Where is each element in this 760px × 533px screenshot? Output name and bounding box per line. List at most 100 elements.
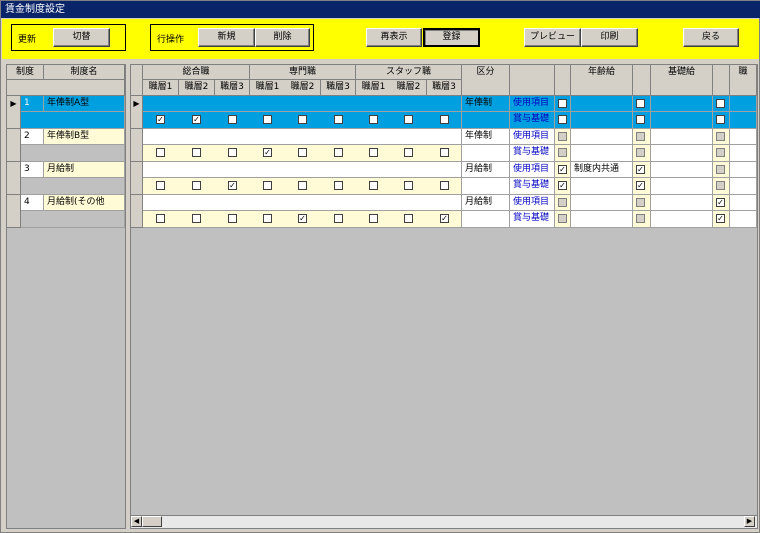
grade-checkbox[interactable]: ✓ (440, 214, 449, 223)
scroll-right-icon[interactable]: ▶ (744, 516, 755, 527)
kubun-cell[interactable]: 年俸制 (462, 129, 510, 145)
allowance-cell[interactable] (571, 178, 633, 195)
grade-checkbox[interactable]: ✓ (192, 115, 201, 124)
grade-checkbox[interactable] (228, 214, 237, 223)
grade-checkbox[interactable] (263, 115, 272, 124)
scroll-thumb[interactable] (142, 516, 162, 527)
allowance-checkbox[interactable]: ✓ (716, 214, 725, 223)
allowance-checkbox[interactable] (716, 132, 725, 141)
kubun-cell[interactable] (462, 211, 510, 228)
grade-checkbox[interactable] (440, 115, 449, 124)
grade-checkbox[interactable]: ✓ (156, 115, 165, 124)
allowance-cell[interactable] (730, 211, 757, 228)
grade-checkbox[interactable] (298, 115, 307, 124)
grade-checkbox[interactable] (440, 181, 449, 190)
grade-checkbox[interactable] (369, 148, 378, 157)
allowance-checkbox[interactable] (716, 148, 725, 157)
kubun-cell[interactable] (462, 112, 510, 129)
grade-checkbox[interactable] (404, 115, 413, 124)
system-name-cell[interactable]: 年俸制A型 (44, 96, 125, 112)
kubun-cell[interactable]: 月給制 (462, 195, 510, 211)
row-indicator[interactable] (131, 129, 143, 162)
allowance-cell[interactable] (571, 112, 633, 129)
system-name-cell[interactable]: 月給制(その他 (44, 195, 125, 211)
system-no-cell[interactable]: 4 (21, 195, 44, 211)
allowance-cell[interactable] (651, 211, 713, 228)
grade-checkbox[interactable] (228, 115, 237, 124)
grade-checkbox[interactable] (334, 181, 343, 190)
allowance-checkbox[interactable] (716, 115, 725, 124)
allowance-cell[interactable] (651, 112, 713, 129)
allowance-cell[interactable] (651, 178, 713, 195)
allowance-checkbox[interactable]: ✓ (558, 165, 567, 174)
system-name-cell[interactable]: 月給制 (44, 162, 125, 178)
scroll-left-icon[interactable]: ◀ (131, 516, 142, 527)
kubun-cell[interactable] (462, 145, 510, 162)
refresh-button[interactable]: 再表示 (366, 28, 422, 47)
grade-checkbox[interactable] (369, 181, 378, 190)
allowance-cell[interactable] (730, 178, 757, 195)
allowance-checkbox[interactable] (558, 115, 567, 124)
grade-checkbox[interactable]: ✓ (263, 148, 272, 157)
grade-checkbox[interactable] (440, 148, 449, 157)
allowance-checkbox[interactable]: ✓ (636, 165, 645, 174)
current-row-arrow-icon[interactable]: ▶ (131, 96, 143, 129)
grade-checkbox[interactable] (192, 148, 201, 157)
allowance-cell[interactable] (651, 162, 713, 178)
allowance-checkbox[interactable] (558, 99, 567, 108)
grade-checkbox[interactable] (369, 214, 378, 223)
allowance-cell[interactable] (730, 129, 757, 145)
switch-button[interactable]: 切替 (53, 28, 110, 47)
allowance-checkbox[interactable] (636, 132, 645, 141)
grade-checkbox[interactable] (263, 181, 272, 190)
grade-checkbox[interactable] (369, 115, 378, 124)
row-indicator[interactable] (131, 162, 143, 195)
allowance-cell[interactable] (571, 96, 633, 112)
delete-button[interactable]: 削除 (255, 28, 310, 47)
allowance-checkbox[interactable] (636, 99, 645, 108)
allowance-checkbox[interactable] (636, 115, 645, 124)
grade-checkbox[interactable] (192, 214, 201, 223)
allowance-checkbox[interactable] (716, 99, 725, 108)
allowance-cell[interactable] (571, 195, 633, 211)
grade-checkbox[interactable] (404, 181, 413, 190)
register-button[interactable]: 登録 (423, 28, 480, 47)
grade-checkbox[interactable] (298, 181, 307, 190)
grade-checkbox[interactable]: ✓ (228, 181, 237, 190)
grade-checkbox[interactable] (192, 181, 201, 190)
allowance-cell[interactable] (651, 96, 713, 112)
system-name-cell[interactable]: 年俸制B型 (44, 129, 125, 145)
row-indicator[interactable] (7, 162, 21, 195)
grade-checkbox[interactable] (298, 148, 307, 157)
allowance-checkbox[interactable] (636, 148, 645, 157)
system-no-cell[interactable]: 1 (21, 96, 44, 112)
allowance-cell[interactable] (730, 96, 757, 112)
allowance-cell[interactable] (730, 195, 757, 211)
allowance-cell[interactable] (571, 211, 633, 228)
settings-grid[interactable]: 総合職 専門職 スタッフ職 区分 年齢給 基礎給職職層1 職層2 職層3 職層1 職層2 職層3 職層… (130, 64, 758, 529)
current-row-arrow-icon[interactable]: ▶ (7, 96, 21, 129)
allowance-cell[interactable] (571, 145, 633, 162)
allowance-checkbox[interactable] (558, 132, 567, 141)
grade-checkbox[interactable] (404, 148, 413, 157)
allowance-cell[interactable] (651, 195, 713, 211)
allowance-cell[interactable]: 制度内共通 (571, 162, 633, 178)
allowance-cell[interactable] (730, 162, 757, 178)
allowance-checkbox[interactable] (716, 165, 725, 174)
grade-checkbox[interactable] (228, 148, 237, 157)
system-list-grid[interactable]: 制度 制度名 ▶ 1 年俸制A型 2 年俸制B型 3 月給制 4 月給制(その他 (6, 64, 126, 529)
allowance-cell[interactable] (730, 145, 757, 162)
kubun-cell[interactable] (462, 178, 510, 195)
allowance-checkbox[interactable] (558, 198, 567, 207)
grade-checkbox[interactable] (156, 214, 165, 223)
grade-checkbox[interactable]: ✓ (298, 214, 307, 223)
print-button[interactable]: 印刷 (581, 28, 638, 47)
grade-checkbox[interactable] (156, 148, 165, 157)
grade-checkbox[interactable] (334, 214, 343, 223)
new-button[interactable]: 新規 (198, 28, 255, 47)
allowance-cell[interactable] (651, 129, 713, 145)
preview-button[interactable]: プレビュー (524, 28, 581, 47)
grade-checkbox[interactable] (334, 115, 343, 124)
allowance-checkbox[interactable] (558, 148, 567, 157)
allowance-checkbox[interactable] (636, 198, 645, 207)
